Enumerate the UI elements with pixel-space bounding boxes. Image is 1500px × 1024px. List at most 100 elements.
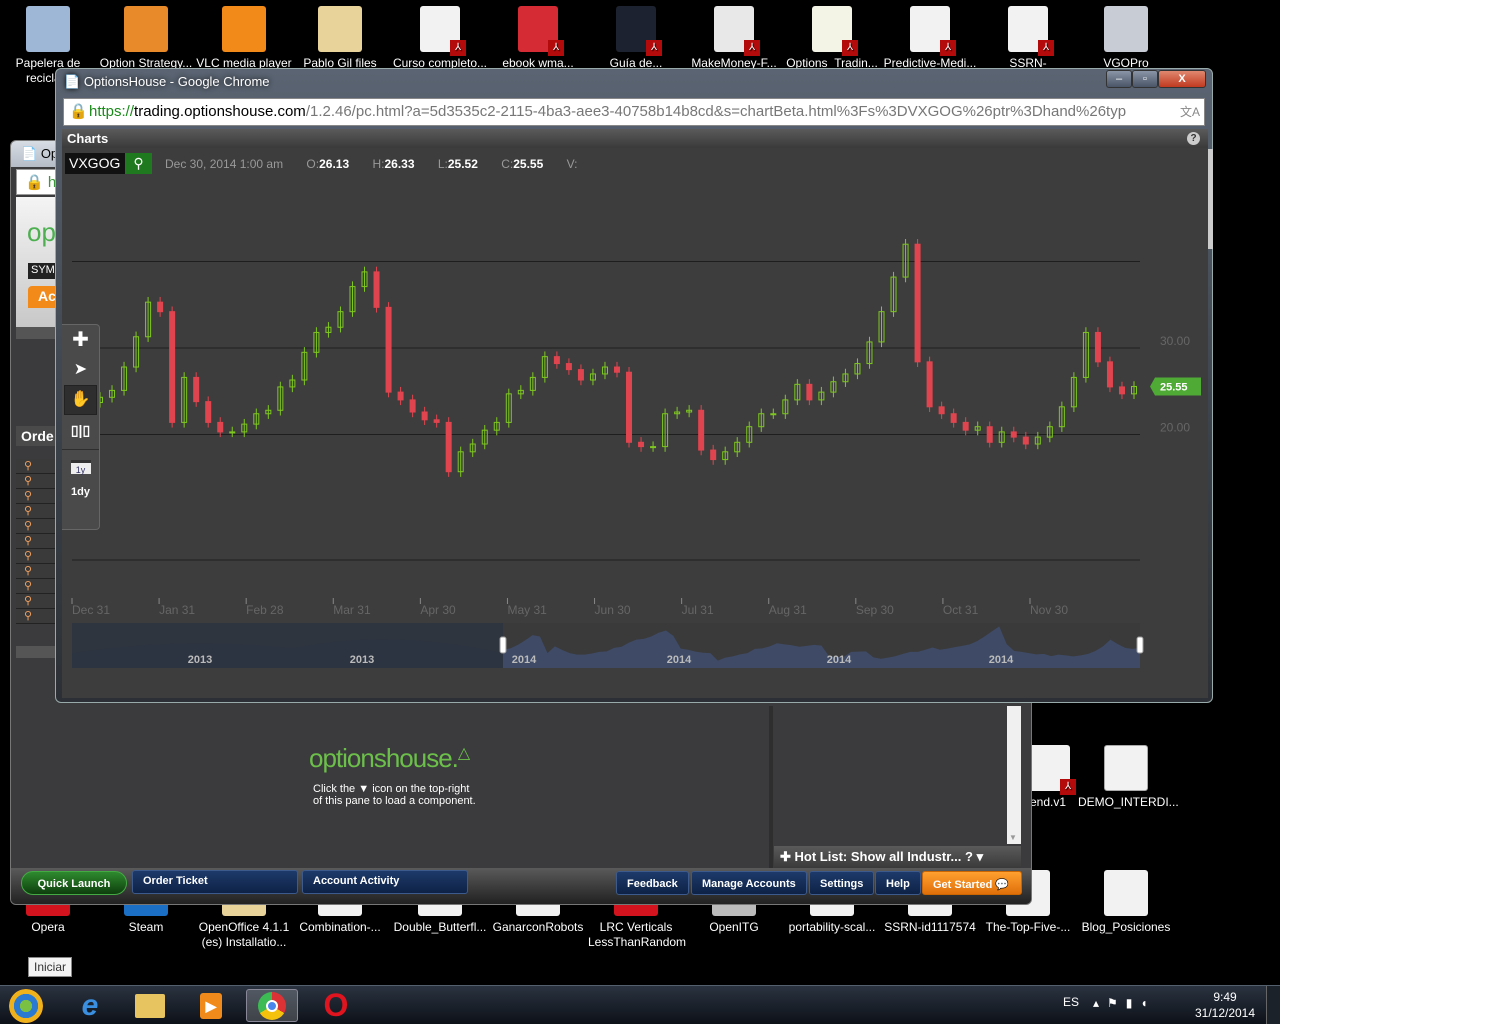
window-title: 📄 OptionsHouse - Google Chrome bbox=[64, 74, 270, 89]
candle-body bbox=[698, 409, 705, 451]
candle-type-tool[interactable]: ▯|▯ bbox=[62, 415, 99, 445]
desktop-icon[interactable]: VLC media player bbox=[196, 6, 292, 71]
icon-label: Opera bbox=[31, 920, 65, 934]
icon-label: GanarconRobots bbox=[492, 920, 584, 934]
desktop: Papelera de reciclaje Option Strategy... VL… bbox=[0, 0, 1280, 1024]
x-tick-label: Sep 30 bbox=[856, 603, 894, 617]
taskbar: e ▶ O ES ▴⚑▮◖ 9:49 31/12/2014 bbox=[0, 985, 1280, 1024]
pointer-tool[interactable]: ➤ bbox=[62, 355, 99, 385]
candle-body bbox=[193, 376, 200, 403]
file-icon: ⅄ bbox=[714, 6, 760, 56]
window-title: 📄 Op bbox=[21, 146, 59, 161]
tray-icons[interactable]: ▴⚑▮◖ bbox=[1093, 996, 1156, 1010]
manage-accounts-button[interactable]: Manage Accounts bbox=[691, 871, 807, 895]
add-icon[interactable]: ✚ bbox=[780, 849, 791, 864]
icon-label: Steam bbox=[128, 920, 164, 934]
opera-icon[interactable]: O bbox=[310, 987, 362, 1023]
desktop-icon[interactable]: Pablo Gil files bbox=[292, 6, 388, 71]
clock-date[interactable]: 31/12/2014 bbox=[1190, 1006, 1260, 1020]
navigator-year-label: 2013 bbox=[188, 654, 212, 666]
desktop-icon[interactable]: ⅄ Options_Tradin... bbox=[784, 6, 880, 71]
language-indicator[interactable]: ES bbox=[1063, 995, 1079, 1009]
candle-body bbox=[914, 243, 921, 363]
candle-body bbox=[205, 401, 212, 423]
desktop-icon[interactable]: Option Strategy... bbox=[98, 6, 194, 71]
candle-body bbox=[421, 411, 428, 421]
file-explorer-icon[interactable] bbox=[124, 989, 176, 1022]
close-button[interactable]: X bbox=[1158, 70, 1206, 88]
order-ticket-button[interactable]: Order Ticket bbox=[132, 870, 298, 894]
crosshair-tool[interactable]: ✚ bbox=[62, 325, 99, 355]
x-tick-label: Nov 30 bbox=[1030, 603, 1068, 617]
navigator-unselected bbox=[72, 623, 503, 668]
candle-body bbox=[577, 369, 584, 381]
account-activity-button[interactable]: Account Activity bbox=[302, 870, 468, 894]
help-button[interactable]: Help bbox=[875, 871, 921, 895]
desktop-icon[interactable]: ⅄ Curso completo... bbox=[392, 6, 488, 71]
candle-body bbox=[770, 413, 777, 416]
candle-body bbox=[626, 371, 633, 443]
minimize-button[interactable]: – bbox=[1106, 70, 1132, 88]
icon-label: portability-scal... bbox=[788, 920, 876, 934]
candle-body bbox=[986, 426, 993, 443]
dropdown-arrow-icon[interactable]: ▾ bbox=[977, 849, 984, 864]
start-button[interactable] bbox=[2, 988, 50, 1023]
range-button[interactable]: 1y bbox=[70, 460, 91, 475]
x-tick-label: Jan 31 bbox=[159, 603, 195, 617]
desktop-icon[interactable]: ⅄ Guía de... bbox=[588, 6, 684, 71]
interval-label[interactable]: 1dy bbox=[62, 486, 99, 498]
maximize-button[interactable]: ▫ bbox=[1132, 70, 1158, 88]
file-icon: ⅄ bbox=[1008, 6, 1054, 56]
component-scrollbar[interactable]: ▼ bbox=[1007, 706, 1021, 844]
candle-body bbox=[157, 301, 164, 313]
desktop-icon[interactable]: VGOPro bbox=[1078, 6, 1174, 71]
file-icon: ⅄ bbox=[616, 6, 662, 56]
file-icon bbox=[222, 6, 266, 52]
candle-body bbox=[445, 421, 452, 473]
help-icon[interactable]: ? bbox=[1187, 132, 1200, 145]
help-icon[interactable]: ? bbox=[965, 849, 973, 864]
translate-icon[interactable]: 文A bbox=[1179, 99, 1200, 125]
candle-body bbox=[1118, 386, 1125, 395]
candle-body bbox=[950, 413, 957, 423]
internet-explorer-icon[interactable]: e bbox=[64, 989, 116, 1022]
candle-body bbox=[409, 399, 416, 413]
clock-time[interactable]: 9:49 bbox=[1195, 990, 1255, 1004]
chart-scrollbar[interactable] bbox=[1208, 149, 1213, 249]
candlestick-chart[interactable]: 30.00 20.00 25.55 Dec 31 Jan 31 Feb 28 Mar 31 A… bbox=[62, 148, 1208, 698]
desktop-icon-demo[interactable]: DEMO_INTERDI... bbox=[1078, 745, 1179, 810]
quick-launch-button[interactable]: Quick Launch bbox=[21, 871, 127, 895]
icon-label: The-Top-Five-... bbox=[985, 920, 1071, 934]
file-icon: ⅄ bbox=[518, 6, 564, 56]
desktop-icon[interactable]: ⅄ Predictive-Medi... bbox=[882, 6, 978, 71]
show-desktop-button[interactable] bbox=[1266, 986, 1280, 1024]
candle-body bbox=[962, 421, 969, 431]
desktop-icon[interactable]: Blog_Posiciones bbox=[1078, 870, 1174, 935]
icon-label: (es) Installatio... bbox=[201, 935, 287, 949]
candle-body bbox=[938, 406, 945, 415]
file-icon bbox=[26, 6, 70, 52]
hot-list-bar[interactable]: ✚ Hot List: Show all Industr... ? ▾ bbox=[774, 846, 1021, 868]
candle-body bbox=[397, 391, 404, 401]
chrome-icon[interactable] bbox=[246, 989, 298, 1022]
candle-body bbox=[710, 449, 717, 461]
candle-body bbox=[553, 356, 560, 365]
x-tick-label: Dec 31 bbox=[72, 603, 110, 617]
candle-body bbox=[373, 271, 380, 308]
icon-label: OpenOffice 4.1.1 bbox=[198, 920, 290, 934]
address-bar[interactable]: 🔒 https://trading.optionshouse.com/1.2.4… bbox=[63, 98, 1205, 126]
navigator-handle[interactable] bbox=[499, 636, 507, 654]
candle-body bbox=[229, 431, 236, 434]
icon-label: Combination-... bbox=[299, 920, 381, 934]
hand-tool[interactable]: ✋ bbox=[64, 385, 97, 415]
desktop-icon[interactable]: ⅄ ebook wma... bbox=[490, 6, 586, 71]
desktop-icon[interactable]: ⅄ MakeMoney-F... bbox=[686, 6, 782, 71]
feedback-button[interactable]: Feedback bbox=[616, 871, 689, 895]
navigator-handle[interactable] bbox=[1136, 636, 1144, 654]
navigator-year-label: 2014 bbox=[667, 654, 692, 666]
candle-body bbox=[926, 361, 933, 408]
get-started-button[interactable]: Get Started 💬 bbox=[922, 871, 1022, 895]
icon-label: DEMO_INTERDI... bbox=[1078, 795, 1179, 809]
settings-button[interactable]: Settings bbox=[809, 871, 875, 895]
media-player-icon[interactable]: ▶ bbox=[185, 989, 237, 1022]
